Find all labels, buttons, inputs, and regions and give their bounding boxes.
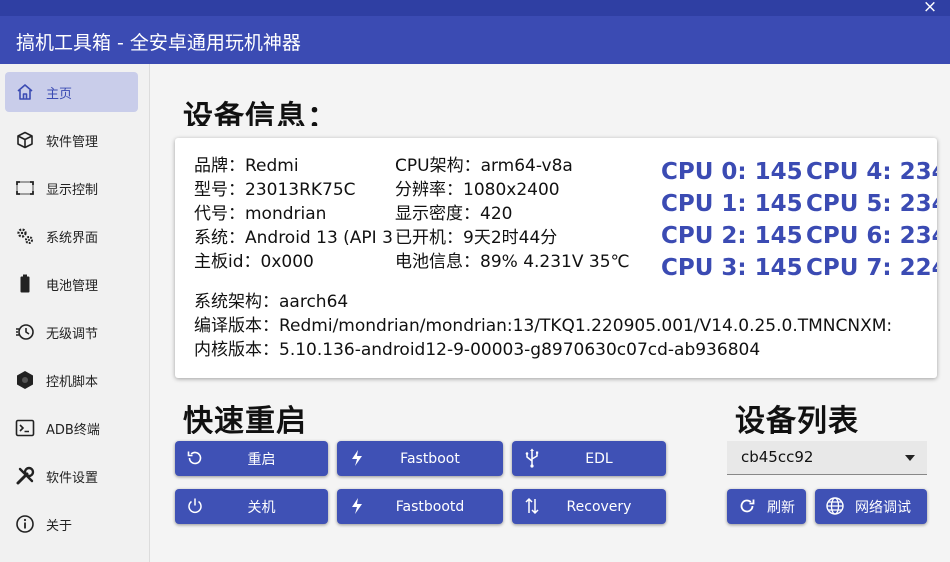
cpu-1-freq: CPU 1: 1459 [661, 191, 802, 217]
sidebar-item-home[interactable]: 主页 [5, 72, 138, 112]
sidebar-item-label: 控机脚本 [46, 374, 99, 390]
edl-button[interactable]: EDL [512, 441, 666, 476]
sidebar-item-label: 软件管理 [46, 134, 99, 150]
cpu-0-freq: CPU 0: 1459 [661, 159, 802, 185]
hexagon-icon [14, 369, 36, 391]
info-resolution: 分辨率：1080x2400 [395, 180, 560, 200]
info-kernel-version: 内核版本：5.10.136-android12-9-00003-g8970630… [194, 340, 761, 360]
cpu-6-freq: CPU 6: 2342 [806, 223, 937, 249]
sidebar-item-stepless[interactable]: 无级调节 [5, 312, 138, 352]
main-content: 设备信息： 品牌：Redmi 型号：23013RK75C 代号：mondrian… [150, 64, 950, 562]
app-title: 搞机工具箱 - 全安卓通用玩机神器 [16, 32, 301, 54]
sidebar-item-scripts[interactable]: 控机脚本 [5, 360, 138, 400]
battery-icon [14, 273, 36, 295]
restart-icon [185, 448, 205, 468]
refresh-button[interactable]: 刷新 [727, 489, 806, 524]
home-icon [14, 81, 36, 103]
usb-icon [522, 448, 542, 468]
info-codename: 代号：mondrian [194, 204, 327, 224]
quick-restart-heading: 快速重启 [183, 404, 307, 434]
gears-icon [14, 225, 36, 247]
device-info-card: 品牌：Redmi 型号：23013RK75C 代号：mondrian 系统：An… [175, 138, 937, 378]
sidebar-item-label: 软件设置 [46, 470, 99, 486]
info-brand: 品牌：Redmi [194, 156, 299, 176]
sidebar-item-label: 关于 [46, 518, 73, 534]
cpu-3-freq: CPU 3: 1459 [661, 255, 802, 281]
tools-icon [14, 465, 36, 487]
lightning-icon [347, 448, 367, 468]
sidebar-item-label: 电池管理 [46, 278, 99, 294]
chevron-down-icon [905, 455, 915, 461]
package-icon [14, 129, 36, 151]
clock-adjust-icon [14, 321, 36, 343]
close-button[interactable]: × [910, 0, 950, 17]
sidebar-item-label: ADB终端 [46, 422, 100, 438]
device-list-heading: 设备列表 [735, 404, 859, 434]
info-build-version: 编译版本：Redmi/mondrian/mondrian:13/TKQ1.220… [194, 316, 893, 336]
sidebar-item-battery[interactable]: 电池管理 [5, 264, 138, 304]
sidebar-item-about[interactable]: 关于 [5, 504, 138, 544]
device-select-value: cb45cc92 [741, 448, 814, 466]
sidebar-item-adb-terminal[interactable]: ADB终端 [5, 408, 138, 448]
info-battery: 电池信息：89% 4.231V 35℃ [395, 252, 630, 272]
recovery-button[interactable]: Recovery [512, 489, 666, 524]
power-off-button[interactable]: 关机 [175, 489, 328, 524]
device-select[interactable]: cb45cc92 [727, 441, 927, 475]
fastboot-button[interactable]: Fastboot [337, 441, 503, 476]
info-cpu-arch: CPU架构：arm64-v8a [395, 156, 573, 176]
sidebar-item-software[interactable]: 软件管理 [5, 120, 138, 160]
title-bar: × 搞机工具箱 - 全安卓通用玩机神器 [0, 0, 950, 64]
info-system: 系统：Android 13 (API 33) [194, 228, 393, 248]
terminal-icon [14, 417, 36, 439]
up-down-arrows-icon [522, 496, 542, 516]
info-icon [14, 513, 36, 535]
cpu-4-freq: CPU 4: 2342 [806, 159, 937, 185]
cpu-2-freq: CPU 2: 1459 [661, 223, 802, 249]
info-density: 显示密度：420 [395, 204, 513, 224]
globe-icon [825, 496, 845, 516]
info-model: 型号：23013RK75C [194, 180, 356, 200]
sidebar-item-settings[interactable]: 软件设置 [5, 456, 138, 496]
sidebar-item-label: 无级调节 [46, 326, 99, 342]
lightning-icon [347, 496, 367, 516]
display-frame-icon [14, 177, 36, 199]
sidebar-item-label: 主页 [46, 86, 73, 102]
network-debug-button[interactable]: 网络调试 [815, 489, 927, 524]
info-uptime: 已开机：9天2时44分 [395, 228, 558, 248]
fastbootd-button[interactable]: Fastbootd [337, 489, 503, 524]
sidebar-item-label: 系统界面 [46, 230, 99, 246]
device-info-heading: 设备信息： [183, 100, 338, 126]
reboot-button[interactable]: 重启 [175, 441, 328, 476]
cpu-5-freq: CPU 5: 2342 [806, 191, 937, 217]
sidebar: 主页 软件管理 显示控制 系统界面 电池管理 无级调节 控机脚本 ADB终端 软… [0, 64, 150, 562]
info-system-arch: 系统架构：aarch64 [194, 292, 349, 312]
sidebar-item-system-ui[interactable]: 系统界面 [5, 216, 138, 256]
info-board-id: 主板id：0x0000 [194, 252, 314, 272]
window-top-strip [0, 0, 950, 16]
sidebar-item-label: 显示控制 [46, 182, 99, 198]
cpu-7-freq: CPU 7: 2246 [806, 255, 937, 281]
refresh-icon [737, 496, 757, 516]
sidebar-item-display[interactable]: 显示控制 [5, 168, 138, 208]
power-icon [185, 496, 205, 516]
